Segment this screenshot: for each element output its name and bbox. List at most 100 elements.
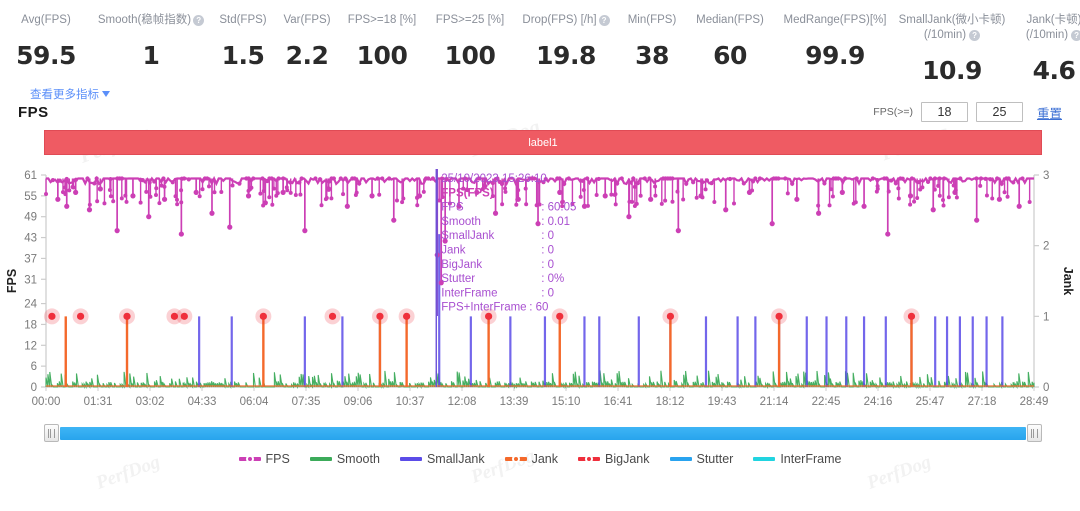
- scrollbar-handle-right[interactable]: [1027, 424, 1042, 442]
- series-fps-point: [709, 181, 713, 185]
- legend-item[interactable]: InterFrame: [753, 452, 841, 466]
- legend-item[interactable]: Jank: [505, 452, 558, 466]
- series-fps-drop-point: [586, 204, 590, 208]
- series-fps-drop-point: [535, 221, 540, 226]
- legend-item[interactable]: Stutter: [670, 452, 734, 466]
- x-tick-label: 00:00: [32, 396, 61, 408]
- series-fps-drop-point: [109, 194, 113, 198]
- series-fps-drop-point: [258, 192, 262, 196]
- series-fps-drop-point: [289, 191, 293, 195]
- fps-threshold-low-input[interactable]: [921, 102, 968, 122]
- series-fps-drop-point: [816, 204, 820, 208]
- chart-range-scrollbar[interactable]: [0, 421, 1080, 445]
- series-fps-point: [387, 176, 391, 180]
- series-fps-drop-point: [219, 190, 223, 194]
- series-fps-drop-point: [704, 187, 708, 191]
- series-bigjank-point: [775, 313, 782, 320]
- series-fps-drop-point: [327, 188, 331, 192]
- legend-item[interactable]: BigJank: [578, 452, 649, 466]
- legend-item[interactable]: SmallJank: [400, 452, 485, 466]
- fps-chart-svg[interactable]: 615549433731241812603210FPSJank00:0001:3…: [0, 161, 1080, 419]
- series-fps-point: [380, 176, 384, 180]
- legend-label: InterFrame: [780, 452, 841, 466]
- series-fps-drop-point: [648, 197, 653, 202]
- scrollbar-thumb[interactable]: [60, 427, 1026, 440]
- series-fps-point: [871, 176, 875, 180]
- series-fps-drop-point: [201, 187, 205, 191]
- metric-label-text: MedRange(FPS)[%]: [784, 14, 887, 27]
- series-fps-drop-point: [270, 203, 274, 207]
- tooltip-row-value: : 0: [541, 245, 554, 257]
- scene-label-bar[interactable]: label1: [44, 130, 1042, 155]
- fps-chart[interactable]: 615549433731241812603210FPSJank00:0001:3…: [0, 161, 1080, 419]
- series-fps-drop-point: [369, 193, 374, 198]
- legend-label: BigJank: [605, 452, 649, 466]
- series-fps-drop-point: [639, 194, 643, 198]
- x-tick-label: 24:16: [864, 396, 893, 408]
- metric-card: Min(FPS)38: [618, 14, 686, 70]
- metric-label: Smooth(稳帧指数)?: [98, 14, 204, 27]
- metric-value: 59.5: [16, 41, 76, 70]
- series-fps-drop-point: [55, 197, 60, 202]
- metric-value: 4.6: [1033, 56, 1076, 85]
- help-icon[interactable]: ?: [1071, 30, 1080, 41]
- y-tick-label: 49: [24, 212, 37, 224]
- tooltip-row-name: InterFrame: [441, 287, 497, 299]
- tooltip-header: FPS(FPS): [441, 187, 494, 199]
- series-fps-drop-point: [500, 202, 504, 206]
- series-fps-drop-point: [175, 202, 179, 206]
- y-tick-label: 31: [24, 274, 37, 286]
- series-fps-drop-point: [614, 202, 618, 206]
- x-tick-label: 04:33: [188, 396, 217, 408]
- metric-label: Avg(FPS): [21, 14, 71, 27]
- metrics-summary-bar: Avg(FPS)59.5Smooth(稳帧指数)?1Std(FPS)1.5Var…: [0, 0, 1080, 78]
- legend-item[interactable]: FPS: [239, 452, 290, 466]
- tooltip-row-value: : 0: [541, 259, 554, 271]
- scrollbar-track[interactable]: [44, 425, 1042, 441]
- x-tick-label: 15:10: [552, 396, 581, 408]
- series-fps-drop-point: [401, 197, 405, 201]
- series-fps-drop-point: [276, 191, 280, 195]
- y-tick-label: 61: [24, 170, 37, 182]
- series-fps-drop-point: [732, 201, 736, 205]
- series-fps-drop-point: [493, 211, 498, 216]
- metric-label: FPS>=18 [%]: [348, 14, 416, 27]
- series-fps-drop-point: [377, 193, 381, 197]
- metric-label-text: Median(FPS): [696, 14, 764, 27]
- series-fps-drop-point: [908, 203, 912, 207]
- legend-item[interactable]: Smooth: [310, 452, 380, 466]
- metric-label-text: Var(FPS): [283, 14, 330, 27]
- series-fps-drop-point: [324, 197, 328, 201]
- series-fps-drop-point: [670, 200, 674, 204]
- metric-label: Median(FPS): [696, 14, 764, 27]
- series-bigjank-point: [376, 313, 383, 320]
- series-bigjank-point: [77, 313, 84, 320]
- series-fps-drop-point: [828, 203, 832, 207]
- series-fps-drop-point: [990, 197, 994, 201]
- metric-label-line1: Jank(卡顿): [1027, 14, 1080, 27]
- series-fps-drop-point: [633, 204, 637, 208]
- help-icon[interactable]: ?: [599, 15, 610, 26]
- scrollbar-handle-left[interactable]: [44, 424, 59, 442]
- series-fps-drop-point: [978, 184, 982, 188]
- fps-threshold-high-input[interactable]: [976, 102, 1023, 122]
- series-fps-drop-point: [88, 203, 92, 207]
- help-icon[interactable]: ?: [193, 15, 204, 26]
- series-fps-drop-point: [997, 197, 1002, 202]
- series-fps-drop-point: [535, 203, 539, 207]
- series-fps-drop-point: [931, 207, 936, 212]
- reset-button[interactable]: 重置: [1037, 103, 1062, 122]
- series-fps-drop-point: [87, 207, 92, 212]
- x-tick-label: 06:04: [240, 396, 269, 408]
- series-fps-drop-point: [246, 193, 251, 198]
- help-icon[interactable]: ?: [969, 30, 980, 41]
- y2-tick-label: 0: [1043, 382, 1049, 394]
- series-fps-point: [753, 176, 757, 180]
- series-bigjank-point: [403, 313, 410, 320]
- metric-card: Avg(FPS) 59.5: [0, 14, 92, 70]
- series-fps-drop-point: [120, 196, 124, 200]
- series-fps-point: [822, 181, 826, 185]
- series-fps-drop-point: [582, 188, 586, 192]
- series-fps-drop-point: [227, 225, 232, 230]
- series-fps-drop-point: [663, 199, 667, 203]
